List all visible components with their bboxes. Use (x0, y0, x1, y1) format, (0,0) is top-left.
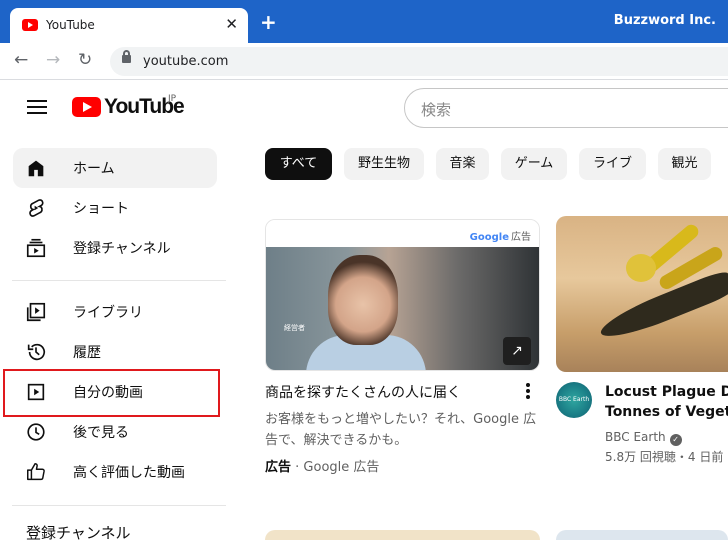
ad-topbar: Google 広告 (266, 220, 539, 247)
channel-avatar[interactable]: BBC Earth (556, 382, 592, 418)
back-arrow-icon[interactable]: ← (14, 50, 28, 70)
video-thumbnail[interactable] (556, 216, 728, 372)
browser-toolbar: ← → ↻ youtube.com (0, 43, 728, 80)
sidebar-item-history[interactable]: 履歴 (13, 332, 217, 372)
chip-all[interactable]: すべて (265, 148, 332, 180)
sidebar-section-title: 登録チャンネル (26, 524, 131, 540)
sidebar-item-label: ショート (73, 201, 129, 217)
ad-tag: 広告 (511, 232, 531, 243)
address-bar[interactable]: youtube.com (110, 47, 728, 76)
browser-profile-name[interactable]: Buzzword Inc. (614, 13, 716, 28)
ad-image-caption: 経営者 (284, 324, 305, 332)
video-title-line: Tonnes of Vegetatio (605, 404, 728, 420)
sidebar-item-label: 登録チャンネル (73, 241, 171, 257)
sidebar-item-label: ライブラリ (73, 305, 143, 321)
video-thumbnail[interactable] (265, 530, 540, 540)
external-link-icon[interactable]: ↗ (503, 337, 531, 365)
reload-icon[interactable]: ↻ (78, 50, 92, 70)
video-stats: 5.8万 回視聴・4 日前 (605, 450, 724, 464)
youtube-play-icon (72, 97, 101, 117)
more-options-icon[interactable] (522, 383, 534, 403)
sidebar-item-shorts[interactable]: ショート (13, 188, 217, 228)
ad-image: 経営者 ↗ (266, 247, 539, 370)
shorts-icon (29, 199, 44, 217)
ad-brand-label: Google 広告 (470, 228, 531, 243)
sidebar-item-label: 後で見る (73, 425, 129, 441)
video-channel-name[interactable]: BBC Earth ✓ (605, 430, 682, 446)
youtube-favicon-icon (22, 19, 38, 31)
sidebar-item-library[interactable]: ライブラリ (13, 292, 217, 332)
chip-wildlife[interactable]: 野生生物 (344, 148, 424, 180)
ad-badge: 広告 (265, 460, 292, 475)
browser-tab-strip: YouTube ✕ + Buzzword Inc. (0, 0, 728, 43)
video-thumbnail[interactable] (556, 530, 728, 540)
library-icon (26, 302, 46, 322)
home-icon (28, 160, 44, 177)
new-tab-button[interactable]: + (260, 12, 277, 32)
ad-title[interactable]: 商品を探すたくさんの人に届く (265, 382, 461, 402)
sidebar-item-label: ホーム (73, 161, 115, 177)
sidebar-divider (12, 505, 226, 506)
tab-title: YouTube (46, 18, 95, 32)
watch-later-icon (27, 423, 45, 441)
ad-meta: 広告 · Google 広告 (265, 456, 379, 475)
sidebar-item-home[interactable]: ホーム (13, 148, 217, 188)
locust-head (626, 254, 656, 282)
sidebar-divider (12, 280, 226, 281)
lock-icon (122, 50, 131, 63)
search-placeholder: 検索 (421, 101, 452, 119)
ad-brand-name: Google (469, 232, 509, 243)
ad-advertiser: · Google 広告 (291, 460, 380, 475)
sidebar-item-watch-later[interactable]: 後で見る (13, 412, 217, 452)
highlight-annotation-box (3, 369, 220, 417)
sidebar-item-label: 履歴 (73, 345, 101, 361)
chip-music[interactable]: 音楽 (436, 148, 489, 180)
browser-tab-youtube[interactable]: YouTube ✕ (10, 8, 248, 43)
ad-person-face (328, 255, 398, 345)
channel-name-text: BBC Earth (605, 430, 666, 444)
ad-description: お客様をもっと増やしたい？それ、Google 広告で、解決できるかも。 (265, 412, 537, 448)
chip-gaming[interactable]: ゲーム (501, 148, 567, 180)
chip-live[interactable]: ライブ (579, 148, 646, 180)
chip-sightseeing[interactable]: 観光 (658, 148, 711, 180)
hamburger-menu-icon[interactable] (27, 100, 47, 114)
video-title-line: Locust Plague Devo (605, 384, 728, 400)
sidebar-item-subscriptions[interactable]: 登録チャンネル (13, 228, 217, 268)
liked-videos-icon (27, 463, 45, 481)
history-icon (27, 343, 46, 361)
video-title[interactable]: Locust Plague Devo Tonnes of Vegetatio (605, 382, 728, 422)
forward-arrow-icon[interactable]: → (46, 50, 60, 70)
ad-thumbnail[interactable]: Google 広告 経営者 ↗ (265, 219, 540, 371)
sidebar-item-label: 高く評価した動画 (73, 465, 185, 481)
verified-check-icon: ✓ (669, 434, 682, 446)
close-tab-icon[interactable]: ✕ (225, 15, 238, 33)
region-code: JP (168, 94, 177, 104)
subscriptions-icon (26, 238, 46, 258)
search-input[interactable]: 検索 (404, 88, 728, 128)
url-text: youtube.com (143, 54, 229, 69)
sidebar-item-liked-videos[interactable]: 高く評価した動画 (13, 452, 217, 492)
